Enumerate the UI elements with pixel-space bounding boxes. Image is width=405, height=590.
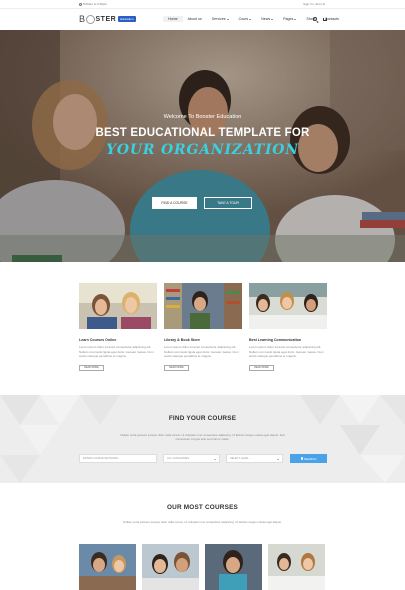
site-logo[interactable]: B STER Education <box>79 12 136 26</box>
feature-title: Learn Courses Online <box>79 338 117 342</box>
feature-card: Library & Book Store Lorem ipsum dolor s… <box>164 283 242 371</box>
hero-headline: BEST EDUCATIONAL TEMPLATE FOR <box>95 127 310 139</box>
hero-welcome: Welcome To Booster Education <box>163 114 242 120</box>
feature-image-online <box>79 283 157 329</box>
chevron-down-icon <box>271 18 274 20</box>
hero-banner: Welcome To Booster Education BEST EDUCAT… <box>0 30 405 262</box>
logo-circle-icon <box>85 14 95 24</box>
nav-item-about[interactable]: About us <box>183 16 207 22</box>
cart-icon[interactable] <box>323 18 327 21</box>
nav-label: Home <box>168 17 178 21</box>
read-more-button[interactable]: READ MORE <box>79 364 104 371</box>
courses-description: Nullam porta posuere semper dolor nulla … <box>123 520 282 524</box>
nav-item-services[interactable]: Services <box>207 16 234 22</box>
course-card-image[interactable] <box>205 544 262 590</box>
hero-script-title: YOUR ORGANIZATION <box>106 142 299 158</box>
search-icon[interactable] <box>313 17 317 21</box>
nav-label: Services <box>211 17 226 21</box>
chevron-down-icon <box>214 459 216 460</box>
chevron-down-icon <box>294 18 297 20</box>
feature-title: Best Learning Communication <box>249 338 302 342</box>
chevron-down-icon <box>249 18 252 20</box>
logo-text: STER <box>95 15 117 23</box>
feature-text: Lorem ipsum dolor sit amet consectetur a… <box>164 345 239 359</box>
nav-item-cours[interactable]: Cours <box>234 16 257 22</box>
feature-card: Learn Courses Online Lorem ipsum dolor s… <box>79 283 157 371</box>
courses-heading: OUR MOST COURSES <box>166 504 239 511</box>
sign-in-join-link[interactable]: Sign In / Join Us <box>303 2 325 6</box>
opening-hours-text: 8:00am to 6:30pm <box>83 2 108 6</box>
nav-label: Cours <box>238 17 249 21</box>
course-card-image[interactable] <box>268 544 325 590</box>
category-select-value: ALL CATEGORIES <box>167 457 190 460</box>
features-section: Learn Courses Online Lorem ipsum dolor s… <box>79 283 327 378</box>
find-course-heading: FIND YOUR COURSE <box>168 415 237 422</box>
chevron-down-icon <box>277 459 279 460</box>
feature-image-library <box>164 283 242 329</box>
find-course-description: Nullam porta posuere semper dolor nulla … <box>120 433 285 442</box>
take-tour-button[interactable]: TAKE A TOUR <box>204 197 252 209</box>
top-bar: 8:00am to 6:30pm Sign In / Join Us <box>0 0 405 9</box>
category-select[interactable]: ALL CATEGORIES <box>163 454 220 463</box>
feature-title: Library & Book Store <box>164 338 200 342</box>
nav-label: Pages <box>283 17 294 21</box>
header-icons <box>313 17 327 21</box>
find-course-section: FIND YOUR COURSE Nullam porta posuere se… <box>0 395 405 483</box>
find-course-button[interactable]: FIND A COURSE <box>152 197 197 209</box>
feature-text: Lorem ipsum dolor sit amet consectetur a… <box>79 345 154 359</box>
feature-text: Lorem ipsum dolor sit amet consectetur a… <box>249 345 324 359</box>
course-card-image[interactable] <box>142 544 199 590</box>
nav-label: News <box>261 17 271 21</box>
feature-card: Best Learning Communication Lorem ipsum … <box>249 283 327 371</box>
auth-links[interactable]: Sign In / Join Us <box>303 2 325 6</box>
nav-item-home[interactable]: Home <box>163 16 183 22</box>
read-more-button[interactable]: READ MORE <box>249 364 274 371</box>
chevron-down-icon <box>226 18 229 20</box>
level-select[interactable]: SELECT LEVEL <box>226 454 283 463</box>
clock-icon <box>79 2 82 6</box>
nav-item-news[interactable]: News <box>256 16 278 22</box>
search-button[interactable]: SEARCH <box>290 454 327 463</box>
opening-hours: 8:00am to 6:30pm <box>79 2 107 6</box>
search-button-label: SEARCH <box>303 456 317 461</box>
search-icon <box>300 457 303 460</box>
nav-item-pages[interactable]: Pages <box>278 16 301 22</box>
course-card-image[interactable] <box>79 544 136 590</box>
read-more-button[interactable]: READ MORE <box>164 364 189 371</box>
course-keyword-input[interactable]: ENTER COURSE KEYWORD... <box>79 454 157 463</box>
level-select-value: SELECT LEVEL <box>230 457 249 460</box>
logo-letter: B <box>79 14 86 24</box>
nav-label: About us <box>187 17 202 21</box>
site-header: B STER Education Home About us Services … <box>0 9 405 30</box>
logo-badge: Education <box>118 16 136 22</box>
feature-image-communication <box>249 283 327 329</box>
